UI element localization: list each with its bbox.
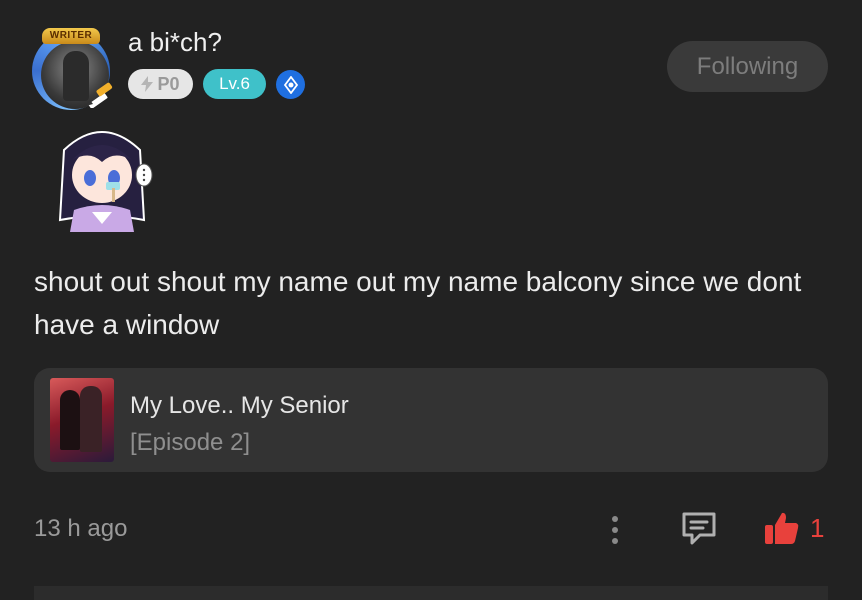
author-name[interactable]: a bi*ch? xyxy=(128,27,222,58)
divider xyxy=(34,586,828,600)
comment-icon[interactable] xyxy=(680,509,718,547)
writer-badge: WRITER xyxy=(42,28,100,44)
points-label: P0 xyxy=(157,73,180,94)
anime-girl-sticker xyxy=(58,131,153,232)
cover-figure xyxy=(80,386,102,452)
following-button[interactable]: Following xyxy=(667,41,828,92)
episode-cover-image xyxy=(50,378,114,462)
cover-figure xyxy=(60,390,80,450)
like-count: 1 xyxy=(810,512,825,543)
episode-label: [Episode 2] xyxy=(130,429,251,456)
post-text: shout out shout my name out my name balc… xyxy=(34,266,802,340)
more-options-icon[interactable] xyxy=(606,512,624,548)
rank-badge-icon xyxy=(276,70,305,99)
lightning-icon xyxy=(141,76,154,92)
thumbs-up-icon xyxy=(765,512,799,544)
level-badge: Lv.6 xyxy=(203,69,266,99)
series-title: My Love.. My Senior xyxy=(130,392,349,419)
author-avatar[interactable]: WRITER xyxy=(28,28,116,110)
linked-episode-card[interactable]: My Love.. My Senior [Episode 2] xyxy=(34,368,828,472)
post-timestamp: 13 h ago xyxy=(34,515,128,542)
like-button[interactable]: 1 xyxy=(764,507,834,549)
points-badge: P0 xyxy=(128,69,193,99)
pencil-icon xyxy=(86,82,113,108)
